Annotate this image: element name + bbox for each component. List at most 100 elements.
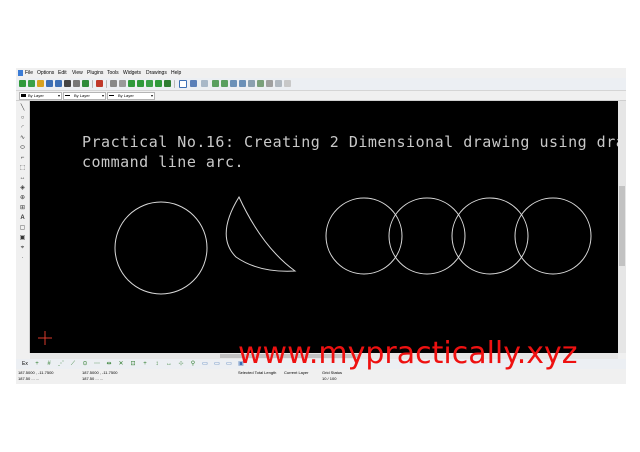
print-preview-icon[interactable] [73,80,80,87]
circle-entity[interactable] [451,197,529,275]
menu-help[interactable]: Help [171,70,181,76]
absolute-coordinates: 187.5000 , -11.7500 [18,370,54,375]
linewidth-swatch [65,95,70,97]
modify-tool-icon[interactable]: ◈ [19,185,26,191]
image-tool-icon[interactable]: ▢ [19,225,26,231]
select-tool-icon[interactable]: ⬚ [19,165,26,171]
zoom-window-icon[interactable] [239,80,246,87]
print-icon[interactable] [64,80,71,87]
circle-entity[interactable] [325,197,403,275]
polyline-tool-icon[interactable]: ⌐ [19,155,26,161]
title-line-1: Practical No.16: Creating 2 Dimensional … [82,133,618,151]
menu-bar: File Options Edit View Plugins Tools Wid… [16,68,626,78]
ellipse-tool-icon[interactable]: ⬭ [19,145,26,151]
snap-endpoint-icon[interactable]: ⋰ [58,361,64,367]
layer-icon[interactable] [128,80,135,87]
menu-widgets[interactable]: Widgets [123,70,141,76]
monitor-icon[interactable]: ▭ [226,361,232,367]
cut-icon[interactable] [96,80,103,87]
zoom-redraw-icon[interactable] [201,80,208,87]
view-icon[interactable]: ▭ [202,361,208,367]
pen-toolbar: By Layer ▾ By Layer ▾ By Layer ▾ [16,91,626,101]
circle-entity[interactable] [388,197,466,275]
vertical-scrollbar[interactable] [618,101,626,353]
origin-marker [38,331,52,345]
text-tool-icon[interactable]: A [19,215,26,221]
save-icon[interactable] [46,80,53,87]
snap-center-icon[interactable]: ⊙ [82,361,88,367]
zoom-auto-icon[interactable] [230,80,237,87]
insert-icon[interactable] [155,80,162,87]
export-icon[interactable] [82,80,89,87]
restrict-nothing-icon[interactable]: ⊡ [130,361,136,367]
snap-distance-icon[interactable]: ⇹ [106,361,112,367]
arc-tool-icon[interactable]: ◜ [19,125,26,131]
copy-icon[interactable] [110,80,117,87]
hatch-icon[interactable] [146,80,153,87]
grid-icon[interactable] [179,80,187,88]
menu-options[interactable]: Options [37,70,54,76]
snap-middle-icon[interactable]: ⋯ [94,361,100,367]
linewidth-combo[interactable]: By Layer ▾ [63,92,106,100]
restrict-horizontal-icon[interactable]: ↕ [154,361,160,367]
new-template-icon[interactable] [28,80,35,87]
curve-tool-icon[interactable]: ∿ [19,135,26,141]
color-combo[interactable]: By Layer ▾ [19,92,62,100]
measure-tool-icon[interactable]: ⊞ [19,205,26,211]
line-tool-icon[interactable]: ╲ [19,105,26,111]
snap-grid-icon[interactable]: # [46,361,52,367]
drawing-title-text[interactable]: Practical No.16: Creating 2 Dimensional … [82,132,618,172]
crescent-arc-entity[interactable] [225,195,297,272]
block-tool-icon[interactable]: ▣ [19,235,26,241]
zoom-out-icon[interactable] [221,80,228,87]
drawing-canvas[interactable]: Practical No.16: Creating 2 Dimensional … [30,101,618,353]
menu-drawings[interactable]: Drawings [146,70,167,76]
lock-relative-zero-icon[interactable]: ⚲ [190,361,196,367]
dimension-tool-icon[interactable]: ↔ [19,175,26,181]
point-tool-icon[interactable]: · [19,255,26,261]
relative-coordinates: 187.50 ... ... [18,376,40,381]
snap-entity-icon[interactable]: ⟋ [70,361,76,367]
snap-free-icon[interactable]: + [34,361,40,367]
window-icon[interactable]: ▭ [214,361,220,367]
menu-plugins[interactable]: Plugins [87,70,103,76]
chevron-down-icon: ▾ [150,93,153,98]
reset-icon[interactable] [284,80,291,87]
menu-file[interactable]: File [25,70,33,76]
menu-tools[interactable]: Tools [107,70,119,76]
linetype-combo-label: By Layer [118,93,134,98]
save-as-icon[interactable] [55,80,62,87]
new-icon[interactable] [19,80,26,87]
zoom-previous-icon[interactable] [257,80,264,87]
restrict-vertical-icon[interactable]: ↔ [166,361,172,367]
block-icon[interactable] [137,80,144,87]
draw-icon[interactable] [164,80,171,87]
help-arrow-icon[interactable] [275,80,282,87]
open-icon[interactable] [37,80,44,87]
app-icon [18,70,23,76]
snap-mode-label: Ex [22,361,28,367]
zoom-pan-icon[interactable] [248,80,255,87]
relative-zero-icon[interactable]: ⊹ [178,361,184,367]
snap-intersection-icon[interactable]: ✕ [118,361,124,367]
menu-edit[interactable]: Edit [58,70,67,76]
pointer-icon[interactable] [266,80,273,87]
linewidth-combo-label: By Layer [74,93,90,98]
circle-entity[interactable] [514,197,592,275]
restrict-orthogonal-icon[interactable]: + [142,361,148,367]
draft-icon[interactable] [190,80,197,87]
watermark-text: www.mypractically.xyz [238,336,578,371]
chevron-down-icon: ▾ [101,93,104,98]
circle-tool-icon[interactable]: ○ [19,115,26,121]
menu-view[interactable]: View [72,70,83,76]
linetype-combo[interactable]: By Layer ▾ [107,92,155,100]
title-line-2: command line arc. [82,153,245,171]
toolbar-separator [174,80,175,88]
circle-entity[interactable] [114,201,208,295]
info-tool-icon[interactable]: ⌖ [19,245,26,251]
vertical-scroll-thumb[interactable] [619,186,625,266]
main-toolbar [16,78,626,91]
snap-tool-icon[interactable]: ⊕ [19,195,26,201]
zoom-in-icon[interactable] [212,80,219,87]
paste-icon[interactable] [119,80,126,87]
